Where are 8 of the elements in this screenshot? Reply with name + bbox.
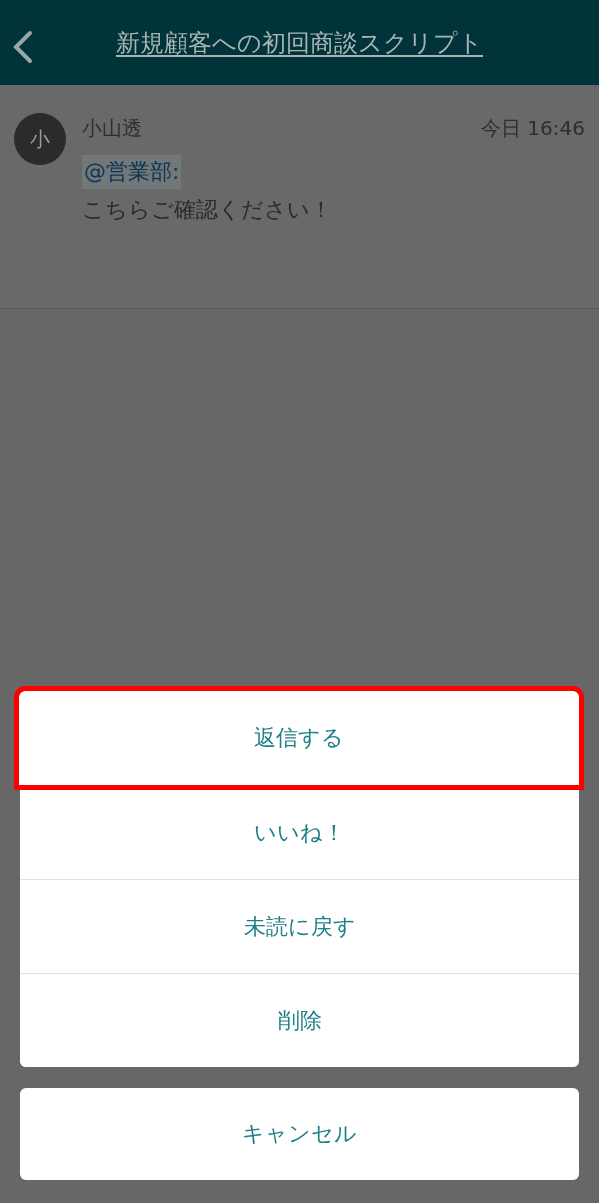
message-text: こちらご確認ください！ <box>82 196 333 224</box>
author-name: 小山透 <box>82 114 142 142</box>
back-icon[interactable] <box>12 30 34 64</box>
action-option[interactable]: 削除 <box>20 973 579 1067</box>
mention-tag[interactable]: @営業部: <box>82 155 182 189</box>
message-time: 今日 16:46 <box>481 114 585 142</box>
cancel-button[interactable]: キャンセル <box>20 1088 579 1180</box>
user-avatar: 小 <box>14 113 66 165</box>
